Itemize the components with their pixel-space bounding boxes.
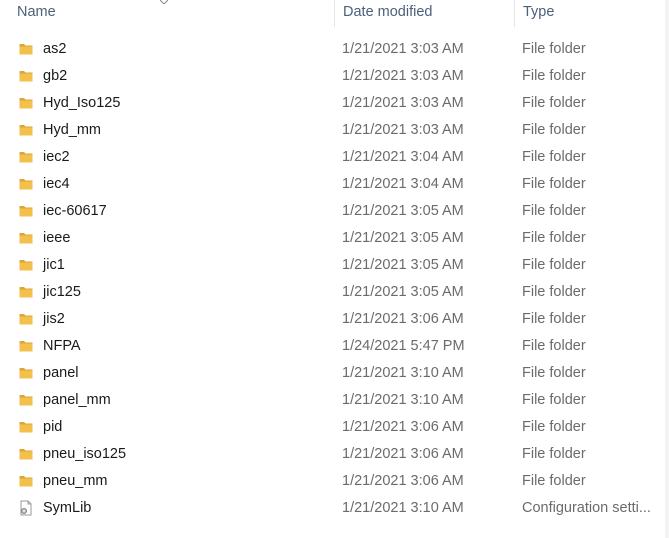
file-type: File folder [522, 338, 586, 354]
date-modified: 1/24/2021 5:47 PM [342, 338, 465, 354]
folder-icon [18, 473, 34, 489]
vertical-scrollbar[interactable] [665, 0, 669, 538]
table-row[interactable]: panel_mm 1/21/2021 3:10 AM File folder [0, 387, 669, 414]
table-row[interactable]: pid 1/21/2021 3:06 AM File folder [0, 414, 669, 441]
folder-icon [18, 392, 34, 408]
date-modified: 1/21/2021 3:06 AM [342, 473, 464, 489]
file-type: File folder [522, 230, 586, 246]
table-row[interactable]: panel 1/21/2021 3:10 AM File folder [0, 360, 669, 387]
table-row[interactable]: jic125 1/21/2021 3:05 AM File folder [0, 279, 669, 306]
table-row[interactable]: pneu_iso125 1/21/2021 3:06 AM File folder [0, 441, 669, 468]
date-modified: 1/21/2021 3:03 AM [342, 68, 464, 84]
file-name[interactable]: panel_mm [43, 387, 111, 414]
file-type: File folder [522, 473, 586, 489]
file-name[interactable]: pneu_mm [43, 468, 107, 495]
file-type: File folder [522, 392, 586, 408]
column-header-date-modified[interactable]: Date modified [334, 0, 514, 27]
file-name[interactable]: Hyd_mm [43, 117, 101, 144]
file-type: File folder [522, 203, 586, 219]
file-type: File folder [522, 419, 586, 435]
config-file-icon [18, 500, 34, 516]
folder-icon [18, 311, 34, 327]
table-row[interactable]: SymLib 1/21/2021 3:10 AM Configuration set… [0, 495, 669, 522]
date-modified: 1/21/2021 3:05 AM [342, 230, 464, 246]
folder-icon [18, 68, 34, 84]
date-modified: 1/21/2021 3:10 AM [342, 365, 464, 381]
file-name[interactable]: Hyd_Iso125 [43, 90, 120, 117]
date-modified: 1/21/2021 3:10 AM [342, 500, 464, 516]
date-modified: 1/21/2021 3:10 AM [342, 392, 464, 408]
file-type: File folder [522, 41, 586, 57]
column-header-bar: Name Date modified Type [0, 0, 669, 27]
file-type: File folder [522, 122, 586, 138]
date-modified: 1/21/2021 3:03 AM [342, 122, 464, 138]
folder-icon [18, 446, 34, 462]
date-modified: 1/21/2021 3:06 AM [342, 446, 464, 462]
folder-icon [18, 149, 34, 165]
file-type: File folder [522, 68, 586, 84]
file-name[interactable]: pid [43, 414, 62, 441]
file-name[interactable]: gb2 [43, 63, 67, 90]
file-type: File folder [522, 176, 586, 192]
table-row[interactable]: iec-60617 1/21/2021 3:05 AM File folder [0, 198, 669, 225]
file-type: File folder [522, 284, 586, 300]
folder-icon [18, 122, 34, 138]
column-header-name[interactable]: Name [0, 0, 334, 27]
folder-icon [18, 230, 34, 246]
folder-icon [18, 365, 34, 381]
table-row[interactable]: NFPA 1/24/2021 5:47 PM File folder [0, 333, 669, 360]
table-row[interactable]: jis2 1/21/2021 3:06 AM File folder [0, 306, 669, 333]
date-modified: 1/21/2021 3:03 AM [342, 95, 464, 111]
file-type: Configuration setti... [522, 500, 651, 516]
file-name[interactable]: iec-60617 [43, 198, 107, 225]
folder-icon [18, 41, 34, 57]
file-type: File folder [522, 311, 586, 327]
file-name[interactable]: ieee [43, 225, 70, 252]
date-modified: 1/21/2021 3:06 AM [342, 419, 464, 435]
folder-icon [18, 176, 34, 192]
file-name[interactable]: SymLib [43, 495, 91, 522]
file-type: File folder [522, 95, 586, 111]
table-row[interactable]: iec4 1/21/2021 3:04 AM File folder [0, 171, 669, 198]
folder-icon [18, 419, 34, 435]
file-list: as2 1/21/2021 3:03 AM File folder gb2 1/21/2… [0, 36, 669, 522]
file-type: File folder [522, 257, 586, 273]
table-row[interactable]: jic1 1/21/2021 3:05 AM File folder [0, 252, 669, 279]
table-row[interactable]: iec2 1/21/2021 3:04 AM File folder [0, 144, 669, 171]
file-name[interactable]: jic125 [43, 279, 81, 306]
file-name[interactable]: jic1 [43, 252, 65, 279]
folder-icon [18, 95, 34, 111]
table-row[interactable]: ieee 1/21/2021 3:05 AM File folder [0, 225, 669, 252]
folder-icon [18, 284, 34, 300]
file-type: File folder [522, 149, 586, 165]
file-name[interactable]: iec4 [43, 171, 70, 198]
date-modified: 1/21/2021 3:05 AM [342, 284, 464, 300]
date-modified: 1/21/2021 3:05 AM [342, 203, 464, 219]
date-modified: 1/21/2021 3:04 AM [342, 149, 464, 165]
file-type: File folder [522, 446, 586, 462]
file-name[interactable]: panel [43, 360, 78, 387]
table-row[interactable]: Hyd_Iso125 1/21/2021 3:03 AM File folder [0, 90, 669, 117]
file-name[interactable]: jis2 [43, 306, 65, 333]
date-modified: 1/21/2021 3:03 AM [342, 41, 464, 57]
date-modified: 1/21/2021 3:05 AM [342, 257, 464, 273]
table-row[interactable]: as2 1/21/2021 3:03 AM File folder [0, 36, 669, 63]
sort-caret-icon [160, 0, 168, 4]
table-row[interactable]: gb2 1/21/2021 3:03 AM File folder [0, 63, 669, 90]
file-name[interactable]: pneu_iso125 [43, 441, 126, 468]
date-modified: 1/21/2021 3:06 AM [342, 311, 464, 327]
table-row[interactable]: Hyd_mm 1/21/2021 3:03 AM File folder [0, 117, 669, 144]
table-row[interactable]: pneu_mm 1/21/2021 3:06 AM File folder [0, 468, 669, 495]
file-name[interactable]: NFPA [43, 333, 81, 360]
folder-icon [18, 257, 34, 273]
folder-icon [18, 203, 34, 219]
folder-icon [18, 338, 34, 354]
file-name[interactable]: as2 [43, 36, 66, 63]
file-type: File folder [522, 365, 586, 381]
file-name[interactable]: iec2 [43, 144, 70, 171]
column-header-type[interactable]: Type [514, 0, 669, 27]
date-modified: 1/21/2021 3:04 AM [342, 176, 464, 192]
